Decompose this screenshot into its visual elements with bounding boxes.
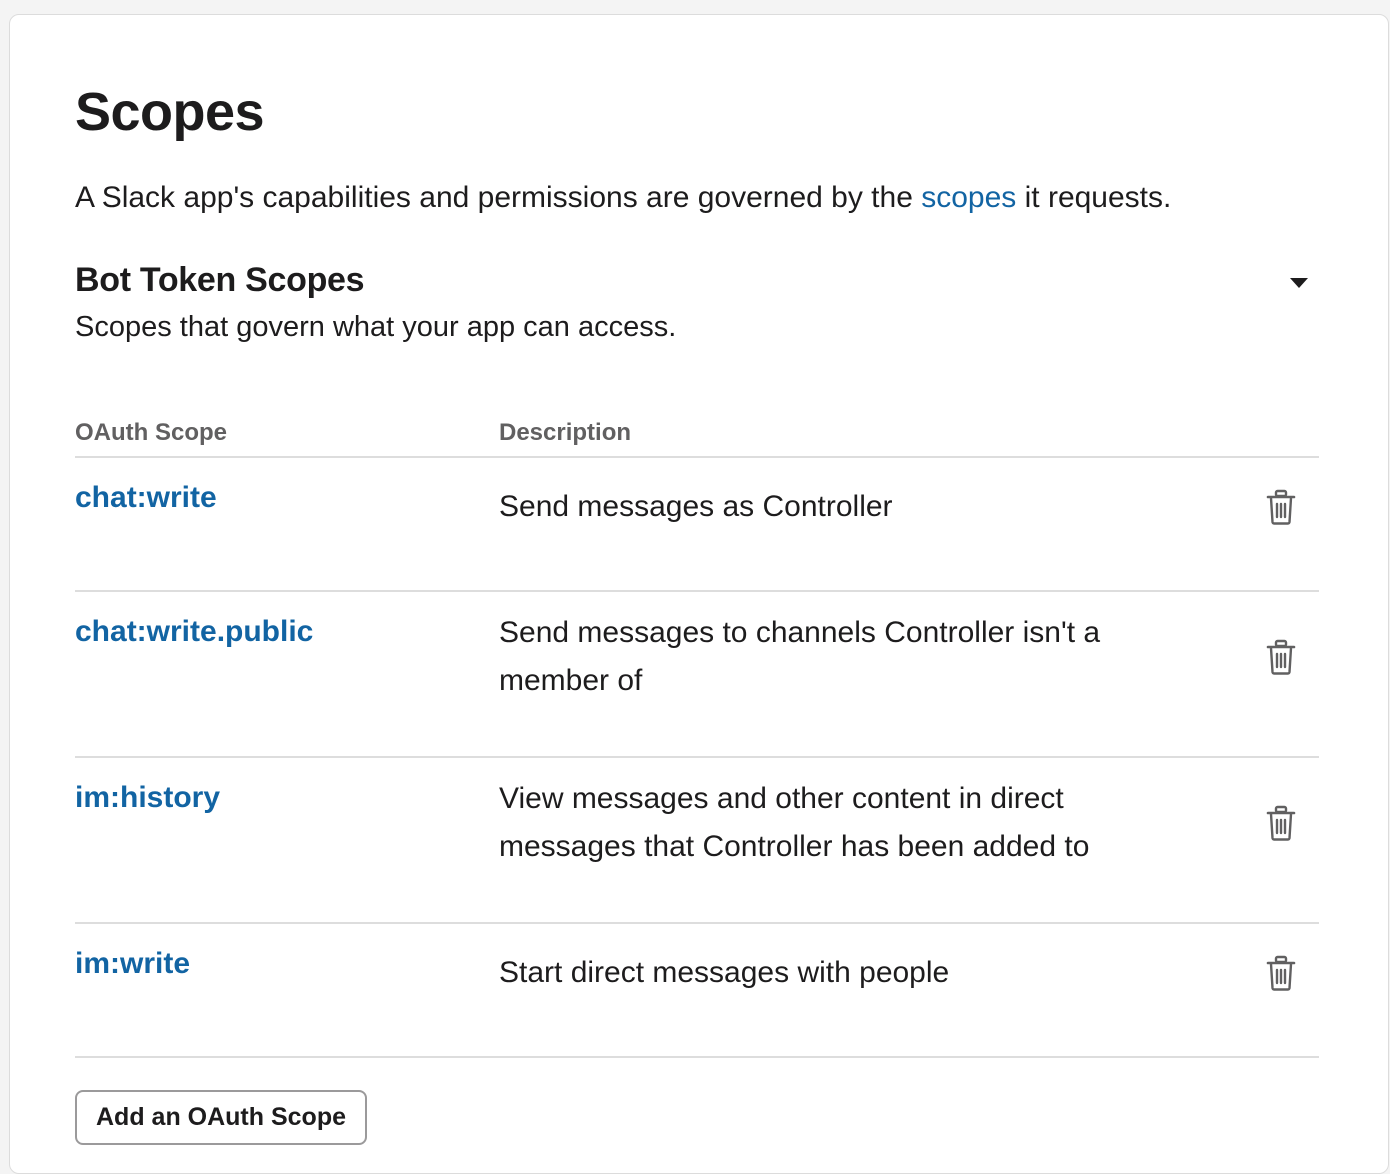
scope-name[interactable]: chat:write <box>75 481 217 515</box>
table-divider <box>75 456 1319 458</box>
trash-icon <box>1266 805 1296 841</box>
table-row: im:history View messages and other conte… <box>75 781 1319 911</box>
caret-down-icon <box>1290 278 1308 288</box>
remove-scope-button[interactable] <box>1263 487 1299 527</box>
scopes-card: Scopes A Slack app's capabilities and pe… <box>9 14 1389 1174</box>
trash-icon <box>1266 955 1296 991</box>
intro-text: A Slack app's capabilities and permissio… <box>75 181 1171 215</box>
scope-description: Send messages as Controller <box>499 490 893 523</box>
table-divider <box>75 922 1319 924</box>
scope-description: Send messages to channels Controller isn… <box>499 616 1101 697</box>
table-row: im:write Start direct messages with peop… <box>75 947 1319 1047</box>
table-divider <box>75 1056 1319 1058</box>
collapse-toggle[interactable] <box>1285 271 1313 295</box>
scope-name[interactable]: im:history <box>75 781 220 815</box>
remove-scope-button[interactable] <box>1263 637 1299 677</box>
scope-name[interactable]: im:write <box>75 947 190 981</box>
intro-text-start: A Slack app's capabilities and permissio… <box>75 181 922 214</box>
table-row: chat:write.public Send messages to chann… <box>75 615 1319 745</box>
remove-scope-button[interactable] <box>1263 953 1299 993</box>
scope-name[interactable]: chat:write.public <box>75 615 313 649</box>
column-header-description: Description <box>499 419 632 446</box>
trash-icon <box>1266 489 1296 525</box>
table-divider <box>75 590 1319 592</box>
table-divider <box>75 756 1319 758</box>
scopes-link[interactable]: scopes <box>921 181 1016 214</box>
section-subtitle: Scopes that govern what your app can acc… <box>75 311 677 343</box>
table-row: chat:write Send messages as Controller <box>75 481 1319 581</box>
scope-description: View messages and other content in direc… <box>499 782 1090 863</box>
remove-scope-button[interactable] <box>1263 803 1299 843</box>
scope-description: Start direct messages with people <box>499 956 950 989</box>
section-title: Bot Token Scopes <box>75 261 365 299</box>
page-title: Scopes <box>75 82 265 142</box>
intro-text-end: it requests. <box>1016 181 1172 214</box>
add-oauth-scope-button[interactable]: Add an OAuth Scope <box>75 1090 367 1145</box>
trash-icon <box>1266 639 1296 675</box>
column-header-scope: OAuth Scope <box>75 419 228 446</box>
